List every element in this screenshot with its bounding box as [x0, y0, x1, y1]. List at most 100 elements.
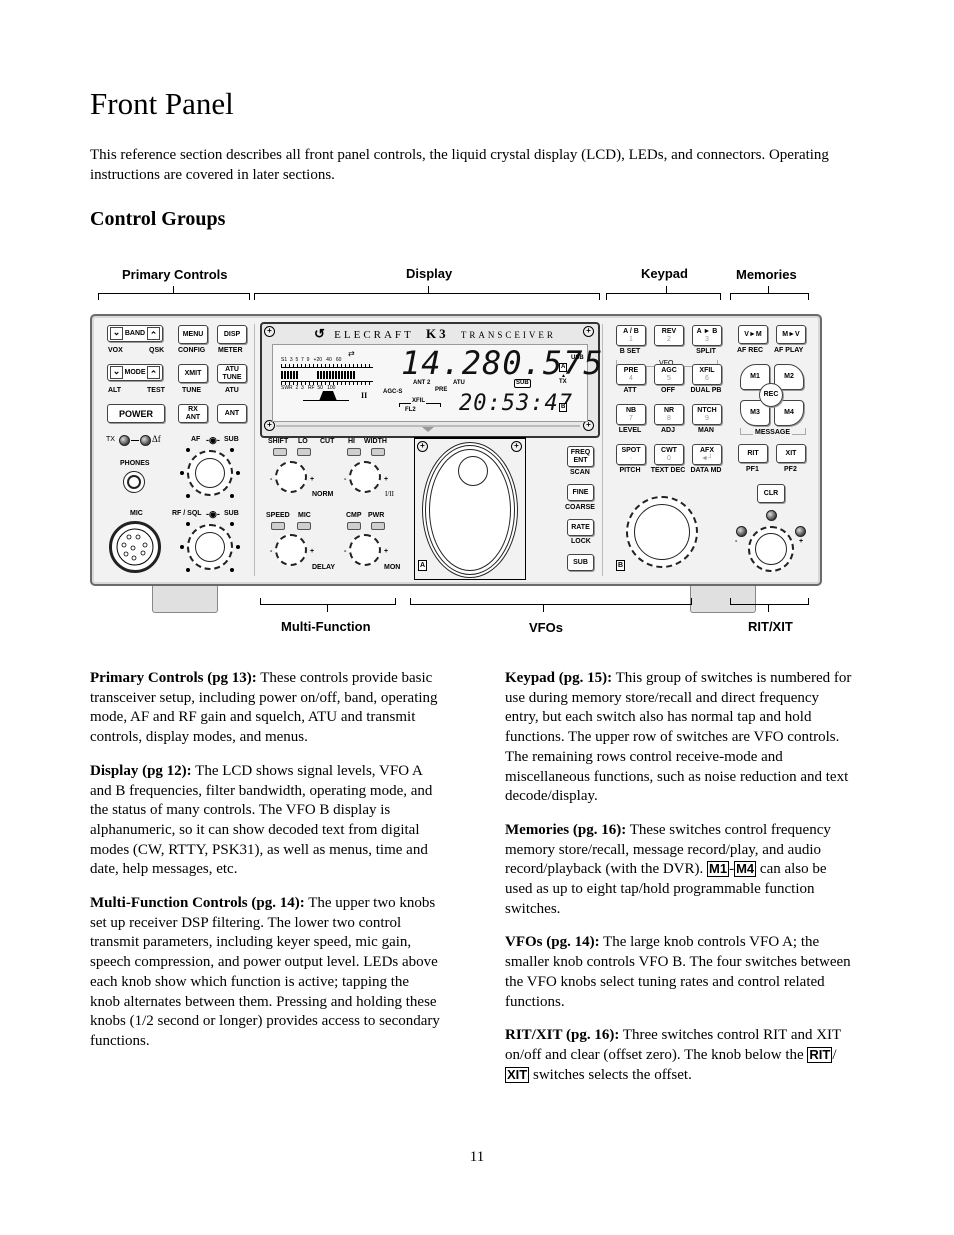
mode-label: MODE [124, 368, 146, 376]
mode-button[interactable]: ⌄ MODE ⌃ [107, 364, 163, 381]
sub-indicator: SUB [514, 379, 531, 388]
atu-label: ATU [225, 387, 239, 394]
rec-button[interactable]: REC [759, 383, 783, 407]
ant-indicator: ANT 2 [413, 380, 431, 386]
bracket-multi-function [260, 598, 396, 605]
vfo-b-knob-inner[interactable] [634, 504, 690, 560]
rf-sql-knob-inner[interactable] [195, 532, 225, 562]
disp-button[interactable]: DISP [217, 325, 247, 344]
knob-detent-dot [230, 522, 234, 526]
keypad-button-label: A ► B [696, 327, 718, 335]
description-heading: Primary Controls (pg 13): [90, 670, 257, 686]
keypad-button[interactable]: REV 2 [654, 325, 684, 346]
keypad-button[interactable]: PRE 4 [616, 364, 646, 385]
rit-button[interactable]: RIT [738, 444, 768, 463]
minus-label: - [344, 476, 347, 483]
lcd-screen: S1 3 5 7 9 +20 40 60 SWR 2 3 RF 50 100 ⇄… [272, 344, 603, 422]
cmp-pwr-knob[interactable] [349, 534, 381, 566]
keypad-button[interactable]: NB 7 [616, 404, 646, 425]
pwr-label: PWR [368, 512, 385, 519]
xmit-button[interactable]: XMIT [178, 364, 208, 383]
rit-xit-offset-knob-inner[interactable] [755, 533, 787, 565]
rit-xit-description: RIT/XIT (pg. 16): Three switches control… [505, 1026, 855, 1085]
band-up-button[interactable]: ⌃ [146, 327, 160, 340]
mode-down-button[interactable]: ⌄ [110, 366, 123, 379]
keypad-button[interactable]: A / B1 [616, 325, 646, 346]
keypad-button[interactable]: NTCH 9 [692, 404, 722, 425]
band-button[interactable]: ⌄ BAND ⌃ [107, 325, 163, 342]
keypad-button[interactable]: SPOT · [616, 444, 646, 465]
menu-button[interactable]: MENU [178, 325, 208, 344]
filter-indicator: FL2 [405, 407, 416, 413]
m-to-v-button[interactable]: M►V [776, 325, 806, 344]
keypad-button-label: NR [663, 406, 675, 414]
knob-detent-dot [186, 522, 190, 526]
keypad-hold-label: DUAL PB [690, 387, 722, 394]
keypad-hold-label: SPLIT [696, 348, 716, 355]
power-button[interactable]: POWER [107, 404, 165, 423]
freq-ent-label-2: ENT [573, 456, 588, 464]
band-down-button[interactable]: ⌄ [110, 327, 123, 340]
xit-button[interactable]: XIT [776, 444, 806, 463]
bracket-primary [98, 293, 250, 300]
panel-divider [254, 324, 255, 576]
keypad-button-number: 9 [705, 414, 709, 422]
keypad-button-label: A / B [623, 327, 639, 335]
plus-label: + [310, 476, 315, 483]
keypad-button-number: 3 [705, 335, 709, 343]
pf2-label: PF2 [784, 466, 797, 473]
ant-button[interactable]: ANT [217, 404, 247, 423]
keypad-hold-label: OFF [661, 387, 675, 394]
lcd-bezel: + + + + ↺ ELECRAFT K3 TRANSCEIVER S1 3 5… [260, 322, 603, 438]
bracket-memories [730, 293, 809, 300]
description-heading: Multi-Function Controls (pg. 14): [90, 895, 305, 912]
hi-width-knob[interactable] [349, 461, 381, 493]
vfo-a-finger-dimple[interactable] [458, 456, 488, 486]
shift-lo-knob[interactable] [275, 461, 307, 493]
group-label-multi-function: Multi-Function [281, 619, 371, 634]
keypad-button[interactable]: XFIL 6 [692, 364, 722, 385]
af-sub-concentric-icon: -◉- [206, 435, 220, 445]
keypad-hold-label: TEXT DEC [650, 467, 686, 474]
tx-label: TX [106, 436, 115, 443]
fine-button[interactable]: FINE [567, 484, 594, 501]
keypad-button[interactable]: AGC 5 [654, 364, 684, 385]
xfil-indicator: XFIL [411, 398, 426, 404]
keypad-button[interactable]: NR 8 [654, 404, 684, 425]
knob-detent-dot [186, 448, 190, 452]
knob-detent-dot [230, 494, 234, 498]
keypad-button-number: 2 [667, 335, 671, 343]
af-gain-knob-inner[interactable] [195, 458, 225, 488]
keypad-button-number: 1 [629, 335, 633, 343]
rate-button[interactable]: RATE [567, 519, 594, 536]
v-to-m-button[interactable]: V►M [738, 325, 768, 344]
phones-jack-inner [127, 475, 141, 489]
rx-ant-button[interactable]: RX ANT [178, 404, 208, 423]
clr-button[interactable]: CLR [757, 484, 785, 503]
keypad-button[interactable]: AFX ◄┘ [692, 444, 722, 465]
radio-front-panel: ⌄ BAND ⌃ VOX QSK MENU CONFIG DISP METER … [90, 314, 822, 586]
keypad-hold-label: ATT [623, 387, 637, 394]
sub-button[interactable]: SUB [567, 554, 594, 571]
message-label: MESSAGE [753, 429, 793, 436]
group-label-vfos: VFOs [529, 620, 563, 635]
rx-ant-label-1: RX [188, 405, 198, 413]
freq-ent-button[interactable]: FREQ ENT [567, 446, 594, 467]
keypad-button-label: AGC [661, 366, 677, 374]
m4-key-ref: M4 [734, 861, 757, 878]
rf-sub-label: SUB [224, 510, 239, 517]
meter-label: METER [218, 347, 243, 354]
keypad-description: Keypad (pg. 15): This group of switches … [505, 669, 855, 807]
plus-label: + [310, 548, 315, 555]
keypad-button[interactable]: A ► B3 [692, 325, 722, 346]
group-label-primary-controls: Primary Controls [122, 267, 228, 282]
atu-tune-button[interactable]: ATU TUNE [217, 364, 247, 383]
mode-up-button[interactable]: ⌃ [147, 366, 160, 379]
hi-label: HI [348, 438, 355, 445]
speed-mic-knob[interactable] [275, 534, 307, 566]
rf-bargraph [317, 371, 355, 379]
qsk-label: QSK [149, 347, 165, 354]
pwr-led [371, 522, 385, 530]
i-ii-label: I/II [385, 490, 394, 498]
keypad-button[interactable]: CWT 0 [654, 444, 684, 465]
